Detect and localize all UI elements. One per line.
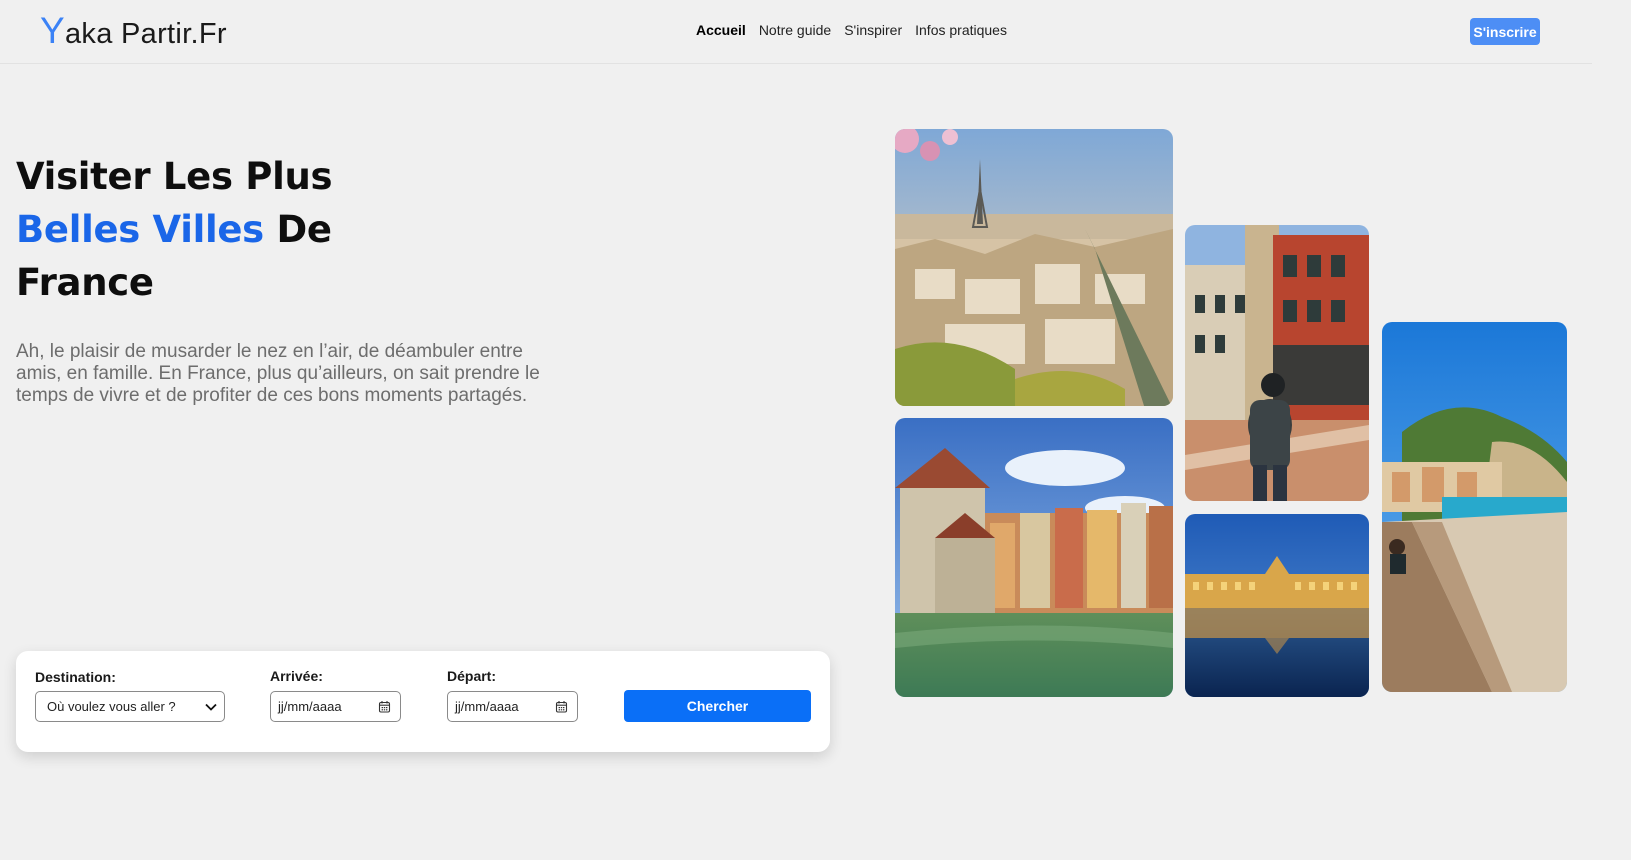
main-nav: Accueil Notre guide S'inspirer Infos pra… xyxy=(696,22,1007,38)
beach-icon xyxy=(1382,322,1567,692)
canal-town-icon xyxy=(895,418,1173,697)
hero-title-line3: France xyxy=(16,261,154,304)
eiffel-tower-icon xyxy=(895,129,1173,406)
flemish-square-icon xyxy=(1185,225,1369,501)
calendar-icon[interactable] xyxy=(555,700,568,713)
calendar-icon[interactable] xyxy=(378,700,391,713)
search-card: Destination: Où voulez vous aller ? Arri… xyxy=(16,651,830,752)
destination-select[interactable]: Où voulez vous aller ? xyxy=(35,691,225,722)
departure-label: Départ: xyxy=(447,668,497,684)
logo-text: aka Partir.Fr xyxy=(64,18,227,50)
annecy-photo xyxy=(895,418,1173,697)
hero-title: Visiter Les Plus Belles Villes De France xyxy=(16,150,333,309)
nav-link-infos-pratiques[interactable]: Infos pratiques xyxy=(915,22,1007,38)
hero-description: Ah, le plaisir de musarder le nez en l’a… xyxy=(16,341,540,406)
water-mirror-icon xyxy=(1185,514,1369,697)
logo-initial: Y xyxy=(40,10,65,51)
departure-date-input[interactable]: jj/mm/aaaa xyxy=(447,691,578,722)
departure-date-value: jj/mm/aaaa xyxy=(455,699,519,714)
search-button[interactable]: Chercher xyxy=(624,690,811,722)
hero-title-line1: Visiter Les Plus xyxy=(16,155,333,198)
lille-photo xyxy=(1185,225,1369,501)
nav-link-sinspirer[interactable]: S'inspirer xyxy=(844,22,902,38)
site-logo[interactable]: Yaka Partir.Fr xyxy=(40,10,227,52)
nav-link-accueil[interactable]: Accueil xyxy=(696,22,746,38)
hero-title-accent: Belles Villes xyxy=(16,208,264,251)
signup-button[interactable]: S'inscrire xyxy=(1470,18,1540,45)
destination-label: Destination: xyxy=(35,669,116,685)
nice-photo xyxy=(1382,322,1567,692)
arrival-date-value: jj/mm/aaaa xyxy=(278,699,342,714)
destination-select-value: Où voulez vous aller ? xyxy=(47,699,176,714)
site-header: Yaka Partir.Fr Accueil Notre guide S'ins… xyxy=(0,0,1592,64)
hero-title-line2: De xyxy=(263,208,333,251)
arrival-date-input[interactable]: jj/mm/aaaa xyxy=(270,691,401,722)
bordeaux-photo xyxy=(1185,514,1369,697)
arrival-label: Arrivée: xyxy=(270,668,323,684)
chevron-down-icon xyxy=(205,703,217,711)
paris-photo xyxy=(895,129,1173,406)
nav-link-notre-guide[interactable]: Notre guide xyxy=(759,22,831,38)
